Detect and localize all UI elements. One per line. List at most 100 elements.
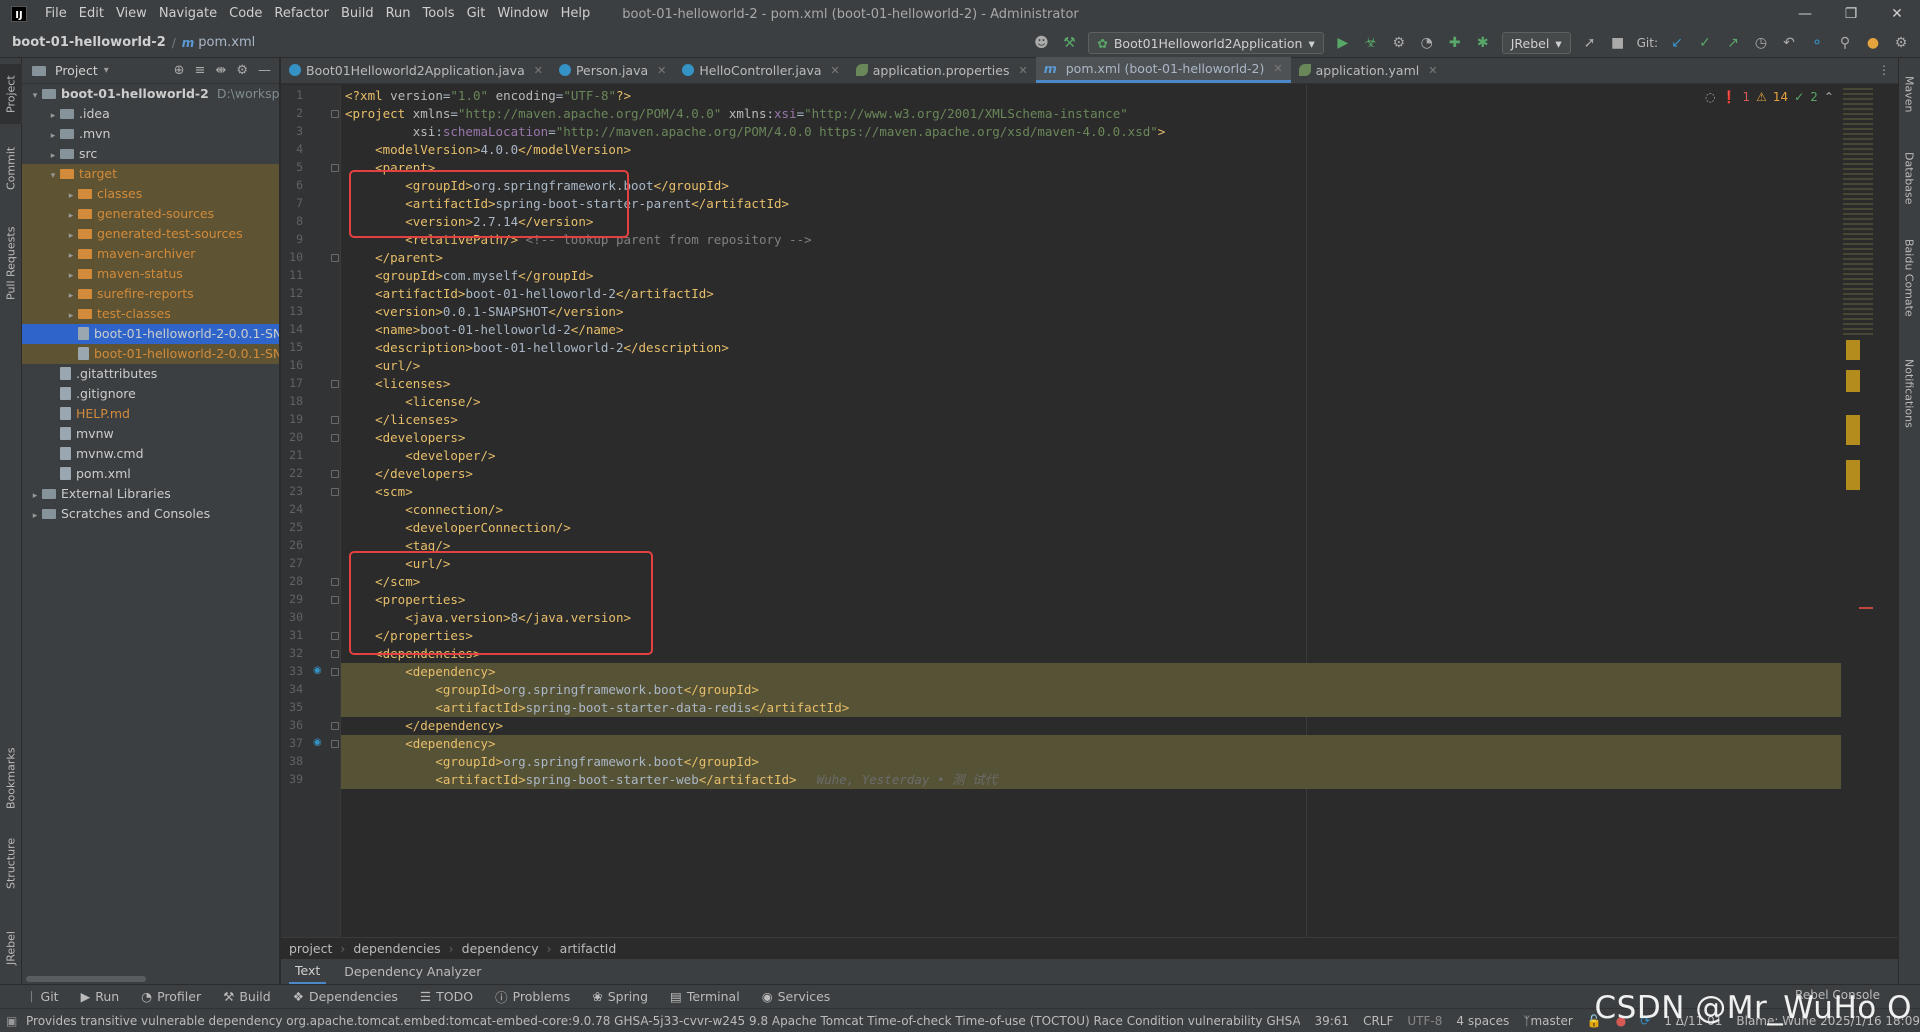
jrebel-debug-icon[interactable]: ✱	[1474, 34, 1492, 52]
line-number[interactable]: 10	[281, 250, 303, 264]
project-panel-title[interactable]: Project	[55, 63, 98, 78]
menu-view[interactable]: View	[110, 0, 153, 28]
git-push-icon[interactable]: ↗	[1724, 34, 1742, 52]
tree-item[interactable]: ▸ surefire-reports	[22, 284, 279, 304]
menu-build[interactable]: Build	[335, 0, 380, 28]
menu-tools[interactable]: Tools	[417, 0, 461, 28]
fold-marker-icon[interactable]	[331, 434, 339, 442]
fold-marker-icon[interactable]	[331, 650, 339, 658]
tree-item[interactable]: ▸ External Libraries	[22, 484, 279, 504]
tree-item[interactable]: .gitattributes	[22, 364, 279, 384]
tree-item[interactable]: mvnw	[22, 424, 279, 444]
editor-tab[interactable]: Boot01Helloworld2Application.java ✕	[281, 57, 551, 83]
jrebel-select[interactable]: JRebel ▾	[1501, 32, 1571, 54]
dependency-gutter-icon[interactable]: ◉	[313, 665, 323, 676]
toolwindow-terminal[interactable]: ▤ Terminal	[670, 989, 740, 1004]
line-number[interactable]: 36	[281, 718, 303, 732]
toolwindow-git[interactable]: ᛁ Git	[28, 989, 59, 1004]
fold-marker-icon[interactable]	[331, 470, 339, 478]
menu-refactor[interactable]: Refactor	[268, 0, 335, 28]
toolwindow-spring[interactable]: ❀ Spring	[592, 989, 648, 1004]
chevron-right-icon[interactable]: ▸	[64, 286, 78, 304]
user-icon[interactable]: ☻	[1032, 34, 1050, 52]
file-encoding[interactable]: UTF-8	[1407, 1014, 1442, 1028]
line-number[interactable]: 37	[281, 736, 303, 750]
history-icon[interactable]: ◷	[1752, 34, 1770, 52]
layout-icon[interactable]: ▣	[6, 1014, 17, 1028]
toolwindow-problems[interactable]: ⓘ Problems	[495, 987, 570, 1006]
fold-marker-icon[interactable]	[331, 632, 339, 640]
chevron-down-icon[interactable]: ▾	[28, 86, 42, 104]
line-number[interactable]: 3	[281, 124, 303, 138]
line-number[interactable]: 5	[281, 160, 303, 174]
intellij-logo-icon[interactable]: IJ	[11, 6, 27, 22]
line-number[interactable]: 25	[281, 520, 303, 534]
status-message[interactable]: Provides transitive vulnerable dependenc…	[26, 1014, 1300, 1028]
menu-run[interactable]: Run	[380, 0, 417, 28]
line-number[interactable]: 6	[281, 178, 303, 192]
breadcrumb-file[interactable]: pom.xml	[198, 35, 255, 50]
line-number[interactable]: 32	[281, 646, 303, 660]
chevron-right-icon[interactable]: ▸	[28, 506, 42, 524]
collapse-all-icon[interactable]: ⇼	[215, 63, 226, 78]
tree-item[interactable]: mvnw.cmd	[22, 444, 279, 464]
fold-marker-icon[interactable]	[331, 416, 339, 424]
fold-marker-icon[interactable]	[331, 164, 339, 172]
reader-mode-icon[interactable]: ◌	[1705, 90, 1715, 104]
line-number[interactable]: 39	[281, 772, 303, 786]
gear-icon[interactable]: ⚙	[236, 63, 248, 78]
locate-icon[interactable]: ⊕	[174, 63, 185, 78]
close-tab-icon[interactable]: ✕	[657, 64, 666, 77]
fold-marker-icon[interactable]	[331, 380, 339, 388]
coverage-icon[interactable]: ⚙	[1390, 34, 1408, 52]
stop-icon[interactable]: ■	[1609, 34, 1627, 52]
breadcrumb-project[interactable]: boot-01-helloworld-2	[12, 35, 166, 50]
expand-all-icon[interactable]: ≡	[195, 63, 206, 78]
line-number[interactable]: 35	[281, 700, 303, 714]
tab-project[interactable]: Project	[0, 64, 22, 124]
crumb-dependencies[interactable]: dependencies	[353, 941, 440, 956]
fold-marker-icon[interactable]	[331, 578, 339, 586]
restore-icon[interactable]: ❐	[1828, 0, 1874, 28]
close-tab-icon[interactable]: ✕	[1018, 64, 1027, 77]
fold-marker-icon[interactable]	[331, 488, 339, 496]
caret-position[interactable]: 39:61	[1314, 1014, 1349, 1028]
git-branch[interactable]: master	[1530, 1014, 1572, 1028]
tree-item[interactable]: boot-01-helloworld-2-0.0.1-SN	[22, 344, 279, 364]
toolwindow-dependencies[interactable]: ❖ Dependencies	[293, 989, 398, 1004]
tree-item[interactable]: ▸ classes	[22, 184, 279, 204]
menu-file[interactable]: File	[39, 0, 73, 28]
menu-git[interactable]: Git	[461, 0, 492, 28]
fold-marker-icon[interactable]	[331, 596, 339, 604]
minimize-icon[interactable]: —	[1782, 0, 1828, 28]
tree-item[interactable]: ▸ src	[22, 144, 279, 164]
comate-icon[interactable]: ⚬	[1808, 34, 1826, 52]
attach-icon[interactable]: ➚	[1581, 34, 1599, 52]
tree-item[interactable]: ▸ maven-status	[22, 264, 279, 284]
fold-marker-icon[interactable]	[331, 668, 339, 676]
code-editor[interactable]: <?xml version="1.0" encoding="UTF-8"?> <p…	[341, 85, 1841, 937]
tab-baidu-comate[interactable]: Baidu Comate	[1898, 228, 1920, 328]
line-number[interactable]: 4	[281, 142, 303, 156]
line-number[interactable]: 19	[281, 412, 303, 426]
tab-bookmarks[interactable]: Bookmarks	[0, 738, 22, 818]
editor-tab[interactable]: m pom.xml (boot-01-helloworld-2) ✕	[1035, 57, 1291, 83]
settings-icon[interactable]: ⚙	[1892, 34, 1910, 52]
line-number[interactable]: 9	[281, 232, 303, 246]
line-number[interactable]: 16	[281, 358, 303, 372]
chevron-right-icon[interactable]: ▸	[46, 106, 60, 124]
line-number[interactable]: 18	[281, 394, 303, 408]
editor-tab[interactable]: application.yaml ✕	[1291, 57, 1446, 83]
tree-item[interactable]: ▸ generated-test-sources	[22, 224, 279, 244]
line-number[interactable]: 28	[281, 574, 303, 588]
line-number[interactable]: 24	[281, 502, 303, 516]
fold-marker-icon[interactable]	[331, 110, 339, 118]
tree-item[interactable]: ▸ .idea	[22, 104, 279, 124]
tree-item[interactable]: ▸ maven-archiver	[22, 244, 279, 264]
line-number[interactable]: 20	[281, 430, 303, 444]
line-number[interactable]: 31	[281, 628, 303, 642]
line-number[interactable]: 21	[281, 448, 303, 462]
toolwindow-services[interactable]: ◉ Services	[762, 989, 831, 1004]
tab-commit[interactable]: Commit	[0, 138, 22, 198]
close-tab-icon[interactable]: ✕	[1273, 62, 1282, 75]
